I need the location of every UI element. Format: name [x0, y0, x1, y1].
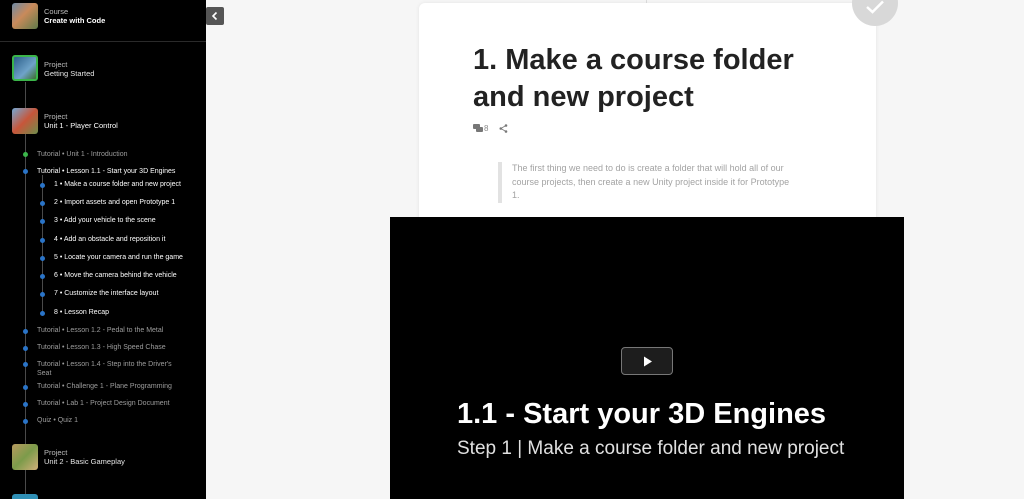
collapse-sidebar-button[interactable]: [206, 7, 224, 25]
comment-count: 8: [484, 124, 489, 133]
progress-dot: [23, 169, 28, 174]
nav-step-7[interactable]: 7 • Customize the interface layout: [54, 290, 158, 297]
course-header[interactable]: Course Create with Code: [0, 0, 206, 42]
step-dot: [40, 311, 45, 316]
video-title: 1.1 - Start your 3D Engines: [457, 398, 827, 430]
progress-dot: [23, 346, 28, 351]
course-thumbnail: [12, 3, 38, 29]
video-subtitle: Step 1 | Make a course folder and new pr…: [457, 438, 845, 459]
nav-lesson-1-3[interactable]: Tutorial • Lesson 1.3 - High Speed Chase: [37, 344, 166, 351]
nav-step-4[interactable]: 4 • Add an obstacle and reposition it: [54, 236, 165, 243]
completed-dot: [23, 152, 28, 157]
nav-step-5[interactable]: 5 • Locate your camera and run the game: [54, 254, 183, 261]
progress-dot: [23, 329, 28, 334]
play-button[interactable]: [621, 347, 673, 375]
step-dot: [40, 292, 45, 297]
project-label: Project: [44, 60, 68, 69]
project-label: Project: [44, 112, 68, 121]
step-dot: [40, 274, 45, 279]
project-thumbnail: [12, 108, 38, 134]
page-title: 1. Make a course folder and new project: [473, 44, 794, 113]
nav-lab-1[interactable]: Tutorial • Lab 1 - Project Design Docume…: [37, 400, 170, 407]
nav-step-2[interactable]: 2 • Import assets and open Prototype 1: [54, 199, 175, 206]
intro-quote: The first thing we need to do is create …: [498, 162, 798, 203]
nav-step-3[interactable]: 3 • Add your vehicle to the scene: [54, 217, 156, 224]
nav-lesson-1-4[interactable]: Tutorial • Lesson 1.4 - Step into the Dr…: [37, 360, 187, 378]
progress-dot: [23, 402, 28, 407]
video-player[interactable]: 1.1 - Start your 3D Engines Step 1 | Mak…: [390, 217, 904, 499]
step-dot: [40, 238, 45, 243]
nav-challenge-1[interactable]: Tutorial • Challenge 1 - Plane Programmi…: [37, 383, 172, 390]
step-dot: [40, 183, 45, 188]
course-label: Course: [44, 7, 69, 16]
step-dot: [40, 256, 45, 261]
nav-unit1-introduction[interactable]: Tutorial • Unit 1 - Introduction: [37, 151, 128, 158]
nav-step-6[interactable]: 6 • Move the camera behind the vehicle: [54, 272, 177, 279]
step-dot: [40, 219, 45, 224]
project-title: Unit 1 - Player Control: [44, 121, 118, 130]
course-title: Create with Code: [44, 16, 106, 25]
nav-quiz-1[interactable]: Quiz • Quiz 1: [37, 417, 78, 424]
project-thumbnail: [12, 444, 38, 470]
project-label: Project: [44, 448, 68, 457]
nav-step-8[interactable]: 8 • Lesson Recap: [54, 309, 109, 316]
progress-dot: [23, 362, 28, 367]
nav-lesson-1-1[interactable]: Tutorial • Lesson 1.1 - Start your 3D En…: [37, 168, 175, 175]
progress-dot: [23, 385, 28, 390]
project-title: Unit 2 - Basic Gameplay: [44, 457, 125, 466]
project-title: Getting Started: [44, 69, 95, 78]
checkmark-icon: [866, 0, 884, 14]
step-dot: [40, 201, 45, 206]
course-sidebar: Course Create with Code Project Getting …: [0, 0, 206, 499]
share-icon[interactable]: [499, 124, 508, 133]
nav-step-1[interactable]: 1 • Make a course folder and new project: [54, 181, 181, 188]
progress-dot: [23, 419, 28, 424]
play-icon: [644, 356, 652, 367]
nav-lesson-1-2[interactable]: Tutorial • Lesson 1.2 - Pedal to the Met…: [37, 327, 163, 334]
timeline-line: [25, 82, 26, 499]
project-thumbnail: [12, 55, 38, 81]
chevron-left-icon: [211, 11, 218, 21]
comments-icon[interactable]: [473, 124, 484, 133]
project-thumbnail: [12, 494, 38, 499]
